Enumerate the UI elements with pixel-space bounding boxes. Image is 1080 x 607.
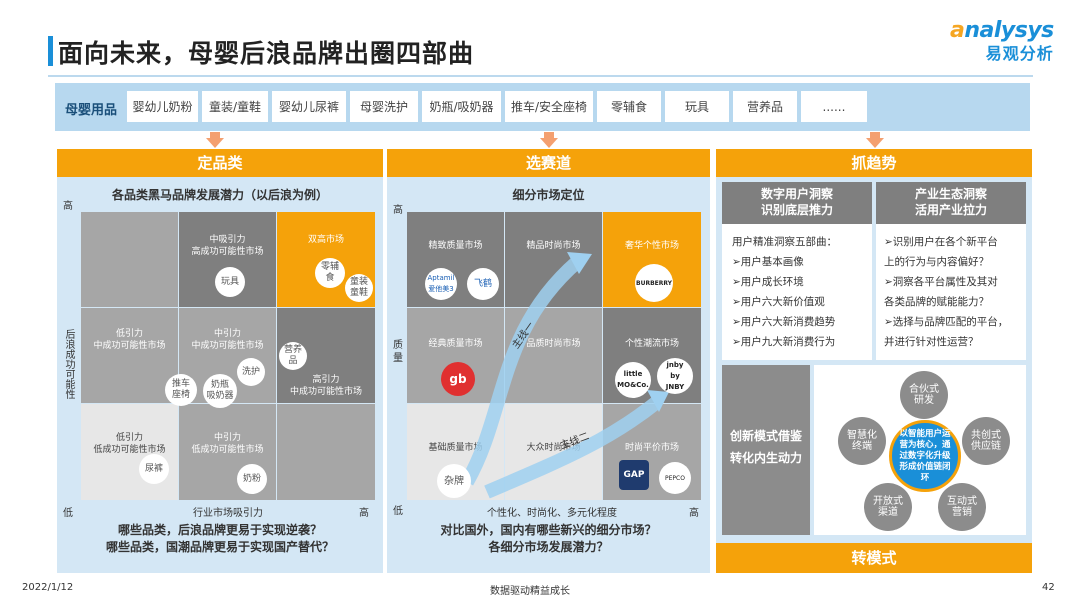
category-chip: 营养品: [733, 91, 797, 122]
category-chip: 零辅食: [597, 91, 661, 122]
panel-track: 选赛道 细分市场定位 高 质量 低 个性化、时尚化、多元化程度 高 精致质量市场…: [387, 149, 710, 573]
panel-category-subtitle: 各品类黑马品牌发展潜力（以后浪为例）: [111, 188, 328, 202]
item-diaper: 尿裤: [139, 454, 169, 484]
user-insight-list: 用户精准洞察五部曲： ➢用户基本画像 ➢用户成长环境 ➢用户六大新价值观 ➢用户…: [722, 224, 872, 352]
segment-matrix: 精致质量市场 精品时尚市场 奢华个性市场 经典质量市场 品质时尚市场 个性潮流市…: [407, 212, 701, 500]
matrix-cell: [81, 212, 178, 307]
category-chip: 奶瓶/吸奶器: [422, 91, 501, 122]
panel-trend-footer: 转模式: [716, 543, 1032, 573]
panel-category: 定品类 各品类黑马品牌发展潜力（以后浪为例） 高 后浪成功可能性 低 行业市场吸…: [57, 149, 383, 573]
list-item: ➢选择与品牌匹配的平台，: [884, 316, 1009, 328]
list-item: ➢用户九大新消费行为: [732, 336, 836, 348]
panel-trend: 抓趋势 数字用户洞察 识别底层推力 用户精准洞察五部曲： ➢用户基本画像 ➢用户…: [716, 149, 1032, 573]
category-chip: 婴幼儿奶粉: [127, 91, 198, 122]
mainline-arrows: [460, 252, 669, 499]
logo-aptamil: Aptamil 爱他美3: [425, 268, 457, 300]
matrix-cell: [277, 404, 375, 500]
y-axis-high: 高: [393, 205, 403, 216]
list-item: 并进行针对性运营？: [884, 336, 979, 348]
x-axis-high: 高: [359, 508, 369, 519]
category-bar: 母婴用品 婴幼儿奶粉 童装/童鞋 婴幼儿尿裤 母婴洗护 奶瓶/吸奶器 推车/安全…: [55, 83, 1030, 131]
brand-logo: analysys 易观分析: [950, 18, 1054, 64]
category-matrix: 中吸引力 高成功可能性市场 双高市场 低引力 中成功可能性市场 中引力 中成功可…: [81, 212, 375, 500]
panel-track-subtitle: 细分市场定位: [512, 188, 585, 202]
logo-gap: GAP: [619, 460, 649, 490]
list-item: ➢用户六大新消费趋势: [732, 316, 836, 328]
category-chip: ......: [801, 91, 867, 122]
industry-insight-box: 产业生态洞察 活用产业拉力 ➢识别用户在各个新平台 上的行为与内容偏好？ ➢洞察…: [876, 182, 1026, 360]
user-insight-box: 数字用户洞察 识别底层推力 用户精准洞察五部曲： ➢用户基本画像 ➢用户成长环境…: [722, 182, 872, 360]
category-chip: 推车/安全座椅: [505, 91, 593, 122]
category-chip: 婴幼儿尿裤: [272, 91, 346, 122]
petal-supply: 共创式 供应链: [962, 417, 1010, 465]
category-chip: 母婴洗护: [350, 91, 418, 122]
item-nutrition: 营养 品: [279, 342, 307, 370]
logo-gb: gb: [441, 362, 475, 396]
item-wash: 洗护: [237, 358, 265, 386]
item-apparel: 童装 童鞋: [345, 274, 373, 302]
petal-rd: 合伙式 研发: [900, 371, 948, 419]
petal-terminal: 智慧化 终端: [838, 417, 886, 465]
header-divider: [48, 75, 1033, 77]
panel-track-question: 对比国外，国内有哪些新兴的细分市场？ 各细分市场发展潜力？: [440, 523, 657, 554]
panel-category-header: 定品类: [57, 149, 383, 177]
list-item: ➢用户成长环境: [732, 276, 804, 288]
user-insight-head: 数字用户洞察 识别底层推力: [722, 182, 872, 224]
list-item: 上的行为与内容偏好？: [884, 256, 989, 268]
list-item: 各类品牌的赋能能力？: [884, 296, 989, 308]
x-axis-label: 行业市场吸引力: [193, 508, 263, 519]
down-arrow-icon: [540, 132, 558, 148]
brand-name-cn: 易观分析: [985, 44, 1054, 63]
title-accent-bar: [48, 36, 53, 66]
y-axis-low: 低: [393, 506, 403, 517]
panel-track-header: 选赛道: [387, 149, 710, 177]
category-label: 母婴用品: [65, 103, 118, 118]
page-title: 面向未来，母婴后浪品牌出圈四部曲: [58, 39, 475, 68]
list-item: 用户精准洞察五部曲：: [732, 236, 837, 248]
logo-pepco: PEPCO: [659, 462, 691, 494]
y-axis-low: 低: [63, 508, 73, 519]
item-toy: 玩具: [215, 267, 245, 297]
down-arrow-icon: [206, 132, 224, 148]
matrix-cell: 低引力 中成功可能性市场: [81, 308, 178, 403]
panel-trend-header: 抓趋势: [716, 149, 1032, 177]
item-milk: 奶粉: [237, 464, 267, 494]
list-item: ➢用户六大新价值观: [732, 296, 825, 308]
x-axis-high: 高: [689, 508, 699, 519]
y-axis-label: 质量: [393, 340, 403, 364]
page-number: 42: [1042, 582, 1055, 593]
logo-feihe: 飞鹤: [467, 268, 499, 300]
logo-zapai: 杂牌: [437, 464, 471, 498]
logo-jnby: jnby by JNBY: [657, 358, 693, 394]
list-item: ➢识别用户在各个新平台: [884, 236, 998, 248]
matrix-cell: 低引力 低成功可能性市场: [81, 404, 178, 500]
panel-category-question: 哪些品类，后浪品牌更易于实现逆袭？ 哪些品类，国潮品牌更易于实现国产替代？: [105, 523, 334, 554]
petal-marketing: 互动式 营销: [938, 483, 986, 531]
industry-insight-head: 产业生态洞察 活用产业拉力: [876, 182, 1026, 224]
item-bottle: 奶瓶 吸奶器: [203, 374, 237, 408]
item-stroller: 推车 座椅: [165, 374, 197, 406]
item-food: 零辅 食: [315, 258, 345, 288]
list-item: ➢用户基本画像: [732, 256, 804, 268]
y-axis-label: 后浪成功可能性: [63, 329, 74, 399]
innovation-model-box: 创新模式借鉴 转化内生动力: [722, 365, 810, 535]
category-chip: 童装/童鞋: [202, 91, 268, 122]
y-axis-high: 高: [63, 201, 73, 212]
list-item: ➢洞察各平台属性及其对: [884, 276, 998, 288]
logo-burberry: BURBERRY: [635, 264, 673, 302]
petal-channel: 开放式 渠道: [864, 483, 912, 531]
industry-insight-list: ➢识别用户在各个新平台 上的行为与内容偏好？ ➢洞察各平台属性及其对 各类品牌的…: [876, 224, 1026, 352]
logo-little-moco: little MO&Co.: [615, 362, 651, 398]
footer-date: 2022/1/12: [22, 582, 74, 593]
x-axis-label: 个性化、时尚化、多元化程度: [487, 508, 617, 519]
category-chip: 玩具: [665, 91, 729, 122]
footer-slogan: 数据驱动精益成长: [490, 586, 570, 597]
model-diagram: 以智能用户运营为核心，通过数字化升级形成价值链闭环 合伙式 研发 共创式 供应链…: [814, 365, 1026, 535]
down-arrow-icon: [866, 132, 884, 148]
model-center: 以智能用户运营为核心，通过数字化升级形成价值链闭环: [889, 420, 961, 492]
